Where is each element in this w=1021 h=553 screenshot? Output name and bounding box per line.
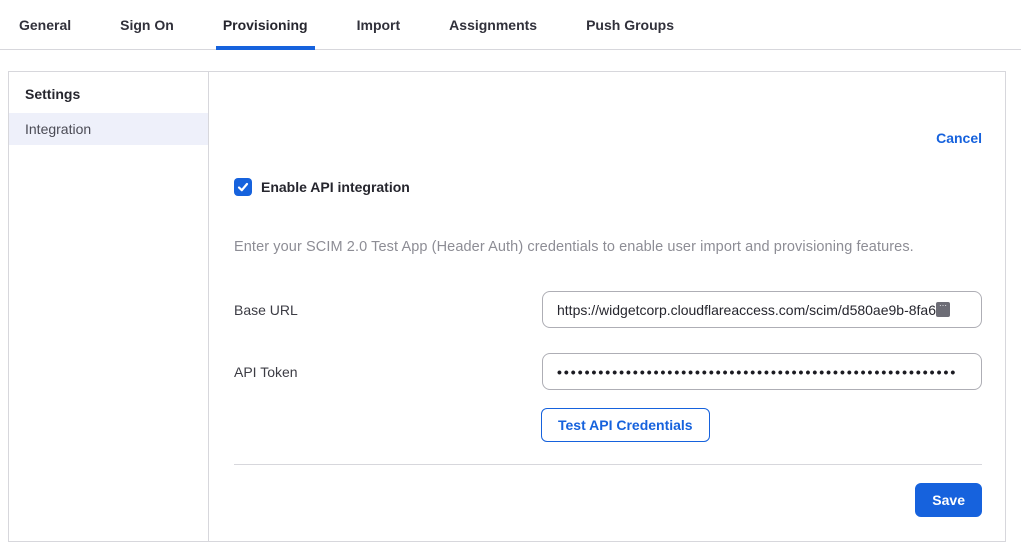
- provisioning-panel: Settings Integration Cancel Enable API i…: [8, 71, 1006, 542]
- save-row: Save: [234, 483, 982, 517]
- checkmark-icon: [237, 181, 249, 193]
- save-button[interactable]: Save: [915, 483, 982, 517]
- tab-assignments[interactable]: Assignments: [442, 3, 544, 50]
- integration-settings-form: Cancel Enable API integration Enter your…: [209, 72, 1005, 541]
- sidebar-heading: Settings: [9, 72, 208, 113]
- base-url-label: Base URL: [234, 302, 298, 318]
- api-token-masked-value: ••••••••••••••••••••••••••••••••••••••••…: [557, 364, 957, 380]
- credentials-description: Enter your SCIM 2.0 Test App (Header Aut…: [234, 239, 982, 255]
- sidebar-item-integration[interactable]: Integration: [9, 113, 208, 145]
- base-url-input[interactable]: https://widgetcorp.cloudflareaccess.com/…: [542, 291, 982, 328]
- tab-push-groups[interactable]: Push Groups: [579, 3, 681, 50]
- tab-sign-on[interactable]: Sign On: [113, 3, 181, 50]
- text-overflow-marker-icon: ⋯: [936, 302, 950, 317]
- api-token-input[interactable]: ••••••••••••••••••••••••••••••••••••••••…: [542, 353, 982, 390]
- tab-general[interactable]: General: [12, 3, 78, 50]
- api-token-field-row: API Token ••••••••••••••••••••••••••••••…: [234, 353, 982, 390]
- cancel-row: Cancel: [234, 130, 982, 148]
- settings-sidebar: Settings Integration: [9, 72, 209, 541]
- cancel-button[interactable]: Cancel: [936, 130, 982, 146]
- form-divider: [234, 464, 982, 465]
- api-token-label: API Token: [234, 364, 298, 380]
- test-api-credentials-button[interactable]: Test API Credentials: [541, 408, 710, 442]
- app-tab-bar: General Sign On Provisioning Import Assi…: [0, 0, 1021, 50]
- tab-provisioning[interactable]: Provisioning: [216, 3, 315, 50]
- enable-api-integration-row[interactable]: Enable API integration: [234, 178, 982, 196]
- enable-api-integration-checkbox[interactable]: [234, 178, 252, 196]
- enable-api-integration-label: Enable API integration: [261, 179, 410, 195]
- base-url-value: https://widgetcorp.cloudflareaccess.com/…: [557, 302, 936, 318]
- tab-import[interactable]: Import: [350, 3, 408, 50]
- base-url-field-row: Base URL https://widgetcorp.cloudflareac…: [234, 291, 982, 328]
